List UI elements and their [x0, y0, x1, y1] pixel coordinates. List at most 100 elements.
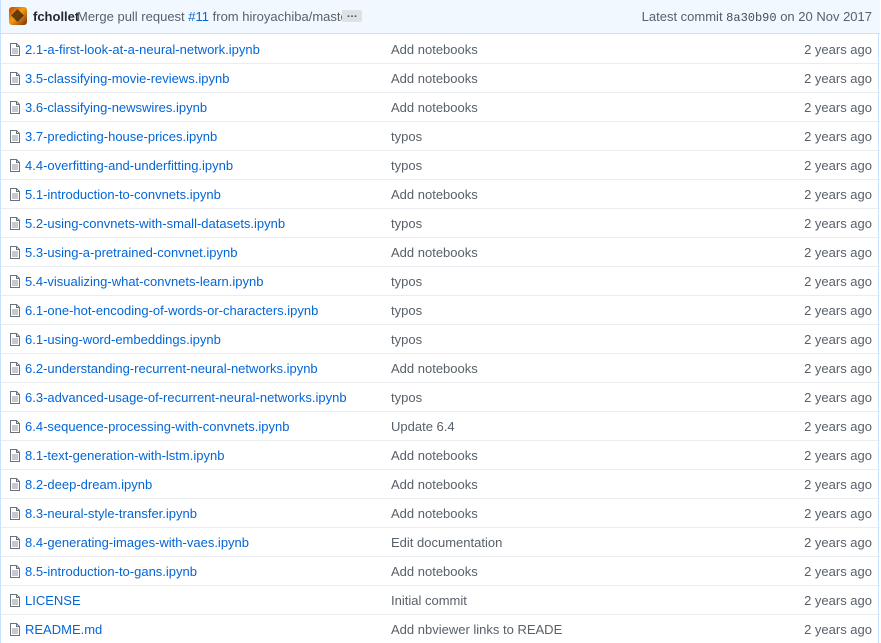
file-name-link[interactable]: 2.1-a-first-look-at-a-neural-network.ipy… [25, 42, 260, 57]
file-list: 2.1-a-first-look-at-a-neural-network.ipy… [1, 35, 880, 643]
file-commit-age: 2 years ago [804, 564, 872, 579]
file-commit-age: 2 years ago [804, 506, 872, 521]
file-name-link[interactable]: 5.1-introduction-to-convnets.ipynb [25, 187, 221, 202]
file-name-link[interactable]: README.md [25, 622, 102, 637]
file-icon [10, 246, 20, 259]
file-row: 5.2-using-convnets-with-small-datasets.i… [1, 208, 880, 237]
file-row: 6.3-advanced-usage-of-recurrent-neural-n… [1, 382, 880, 411]
file-commit-message-link[interactable]: Update 6.4 [391, 419, 455, 434]
file-icon [10, 217, 20, 230]
file-name-link[interactable]: 8.5-introduction-to-gans.ipynb [25, 564, 197, 579]
file-icon [10, 159, 20, 172]
file-commit-age: 2 years ago [804, 187, 872, 202]
file-row: 3.6-classifying-newswires.ipynb Add note… [1, 92, 880, 121]
file-commit-age: 2 years ago [804, 158, 872, 173]
file-commit-message-link[interactable]: Add notebooks [391, 448, 478, 463]
file-row: 6.1-one-hot-encoding-of-words-or-charact… [1, 295, 880, 324]
file-name-link[interactable]: 6.3-advanced-usage-of-recurrent-neural-n… [25, 390, 347, 405]
commit-message-suffix: from hiroyachiba/master [209, 9, 353, 24]
file-name-link[interactable]: 6.2-understanding-recurrent-neural-netwo… [25, 361, 318, 376]
file-name-link[interactable]: LICENSE [25, 593, 81, 608]
file-name-link[interactable]: 8.4-generating-images-with-vaes.ipynb [25, 535, 249, 550]
file-icon [10, 565, 20, 578]
file-icon [10, 478, 20, 491]
file-row: 8.5-introduction-to-gans.ipynb Add noteb… [1, 556, 880, 585]
avatar[interactable] [9, 7, 27, 25]
file-commit-message-link[interactable]: Edit documentation [391, 535, 502, 550]
file-commit-message-link[interactable]: Add notebooks [391, 361, 478, 376]
file-commit-age: 2 years ago [804, 332, 872, 347]
file-commit-age: 2 years ago [804, 100, 872, 115]
commit-author-link[interactable]: fchollet [33, 9, 79, 24]
file-icon [10, 43, 20, 56]
file-commit-age: 2 years ago [804, 448, 872, 463]
file-name-link[interactable]: 6.1-one-hot-encoding-of-words-or-charact… [25, 303, 318, 318]
file-name-link[interactable]: 4.4-overfitting-and-underfitting.ipynb [25, 158, 233, 173]
file-commit-age: 2 years ago [804, 129, 872, 144]
latest-commit-bar: fchollet Merge pull request #11 from hir… [1, 0, 880, 34]
file-commit-message-link[interactable]: Add notebooks [391, 477, 478, 492]
file-name-link[interactable]: 8.3-neural-style-transfer.ipynb [25, 506, 197, 521]
file-icon [10, 623, 20, 636]
file-commit-message-link[interactable]: Add notebooks [391, 245, 478, 260]
file-commit-message-link[interactable]: Initial commit [391, 593, 467, 608]
commit-message-prefix: Merge pull request [77, 9, 189, 24]
file-icon [10, 188, 20, 201]
file-commit-message-link[interactable]: Add notebooks [391, 71, 478, 86]
file-icon [10, 130, 20, 143]
file-commit-message-link[interactable]: Add notebooks [391, 506, 478, 521]
file-name-link[interactable]: 3.6-classifying-newswires.ipynb [25, 100, 207, 115]
file-commit-age: 2 years ago [804, 622, 872, 637]
file-icon [10, 101, 20, 114]
file-name-link[interactable]: 6.4-sequence-processing-with-convnets.ip… [25, 419, 289, 434]
file-name-link[interactable]: 3.7-predicting-house-prices.ipynb [25, 129, 217, 144]
file-commit-message-link[interactable]: Add nbviewer links to READE [391, 622, 562, 637]
file-icon [10, 594, 20, 607]
file-row: LICENSE Initial commit 2 years ago [1, 585, 880, 614]
expand-commit-message-button[interactable]: … [342, 9, 362, 22]
file-name-link[interactable]: 3.5-classifying-movie-reviews.ipynb [25, 71, 229, 86]
file-commit-age: 2 years ago [804, 535, 872, 550]
file-commit-message-link[interactable]: Add notebooks [391, 564, 478, 579]
latest-commit-info: Latest commit 8a30b90 on 20 Nov 2017 [642, 9, 872, 25]
file-row: 4.4-overfitting-and-underfitting.ipynb t… [1, 150, 880, 179]
file-commit-message-link[interactable]: typos [391, 274, 422, 289]
file-name-link[interactable]: 5.2-using-convnets-with-small-datasets.i… [25, 216, 285, 231]
commit-message[interactable]: Merge pull request #11 from hiroyachiba/… [77, 9, 352, 24]
file-commit-message-link[interactable]: typos [391, 390, 422, 405]
file-commit-message-link[interactable]: Add notebooks [391, 42, 478, 57]
file-row: 3.5-classifying-movie-reviews.ipynb Add … [1, 63, 880, 92]
file-icon [10, 449, 20, 462]
file-row: 8.1-text-generation-with-lstm.ipynb Add … [1, 440, 880, 469]
file-row: 5.3-using-a-pretrained-convnet.ipynb Add… [1, 237, 880, 266]
file-name-link[interactable]: 8.2-deep-dream.ipynb [25, 477, 152, 492]
file-commit-age: 2 years ago [804, 216, 872, 231]
file-name-link[interactable]: 8.1-text-generation-with-lstm.ipynb [25, 448, 224, 463]
file-commit-message-link[interactable]: typos [391, 332, 422, 347]
file-name-link[interactable]: 5.3-using-a-pretrained-convnet.ipynb [25, 245, 237, 260]
file-row: 2.1-a-first-look-at-a-neural-network.ipy… [1, 35, 880, 63]
file-commit-message-link[interactable]: typos [391, 158, 422, 173]
file-row: 8.2-deep-dream.ipynb Add notebooks 2 yea… [1, 469, 880, 498]
file-browser: fchollet Merge pull request #11 from hir… [0, 0, 880, 643]
file-icon [10, 72, 20, 85]
file-commit-message-link[interactable]: Add notebooks [391, 187, 478, 202]
file-name-link[interactable]: 5.4-visualizing-what-convnets-learn.ipyn… [25, 274, 263, 289]
file-icon [10, 333, 20, 346]
commit-sha-link[interactable]: 8a30b90 [726, 11, 776, 25]
pull-request-link[interactable]: #11 [188, 9, 209, 24]
file-commit-message-link[interactable]: typos [391, 303, 422, 318]
file-commit-message-link[interactable]: typos [391, 216, 422, 231]
file-row: 6.2-understanding-recurrent-neural-netwo… [1, 353, 880, 382]
file-row: 6.1-using-word-embeddings.ipynb typos 2 … [1, 324, 880, 353]
file-icon [10, 391, 20, 404]
file-commit-message-link[interactable]: typos [391, 129, 422, 144]
commit-date: on 20 Nov 2017 [776, 9, 872, 24]
file-commit-age: 2 years ago [804, 361, 872, 376]
latest-commit-label: Latest commit [641, 9, 727, 24]
file-commit-age: 2 years ago [804, 477, 872, 492]
file-name-link[interactable]: 6.1-using-word-embeddings.ipynb [25, 332, 221, 347]
file-row: 5.1-introduction-to-convnets.ipynb Add n… [1, 179, 880, 208]
file-commit-message-link[interactable]: Add notebooks [391, 100, 478, 115]
file-icon [10, 362, 20, 375]
